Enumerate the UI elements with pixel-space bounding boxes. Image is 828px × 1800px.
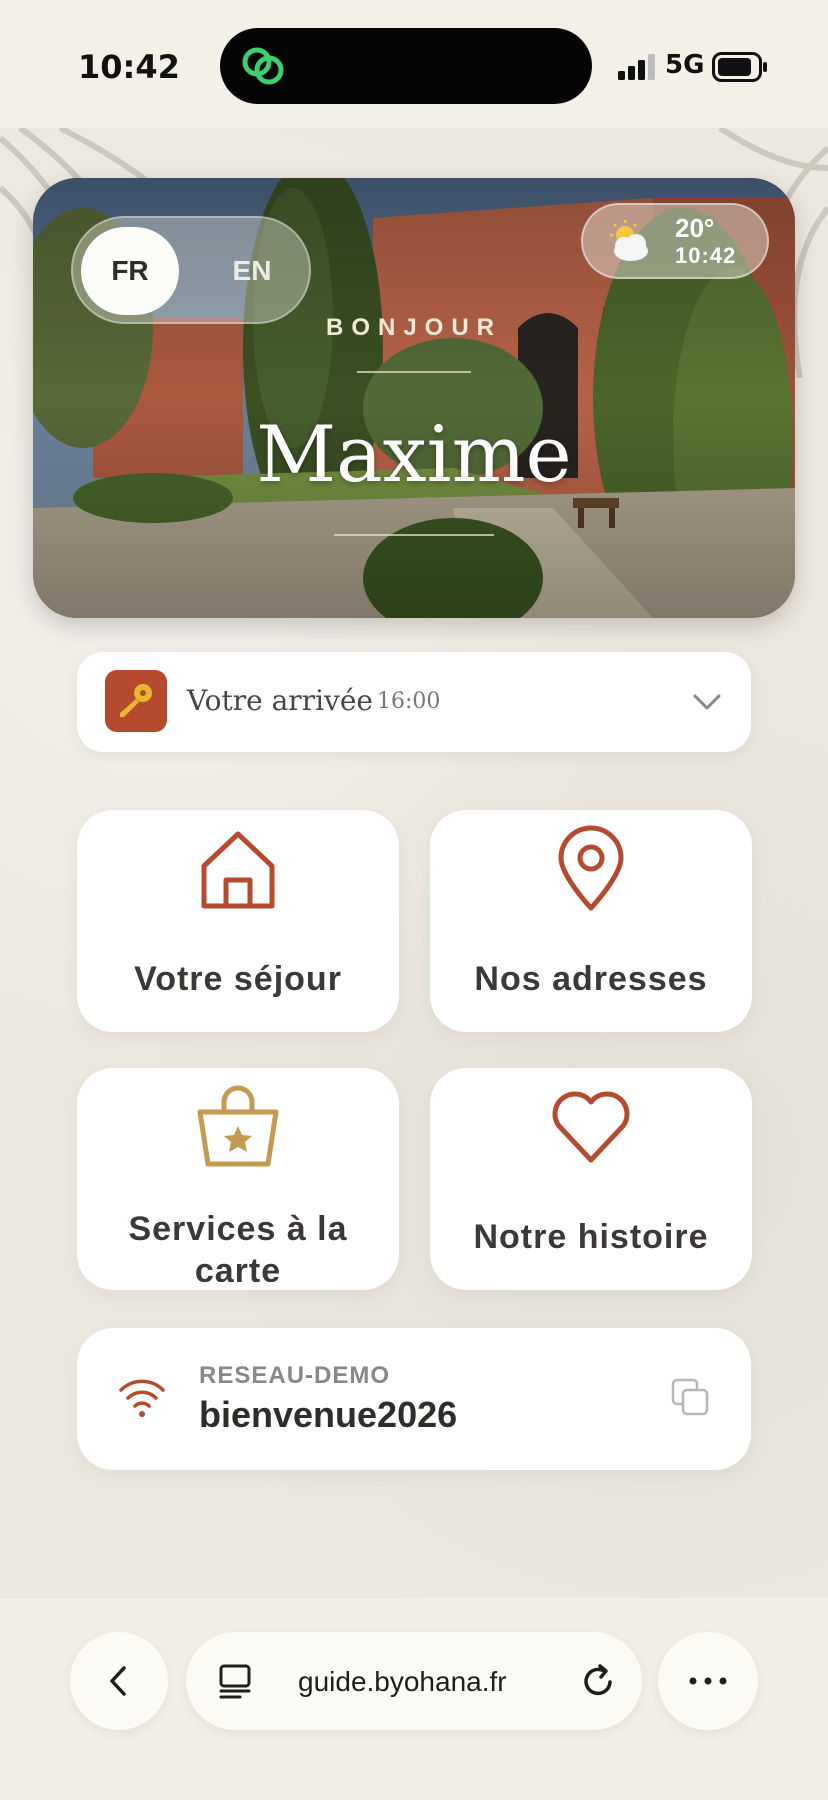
ellipsis-icon <box>689 1677 727 1685</box>
weather-time: 10:42 <box>675 243 737 268</box>
arrival-card[interactable]: Votre arrivée 16:00 <box>77 652 751 752</box>
wifi-network-name: RESEAU-DEMO <box>199 1362 391 1389</box>
browser-toolbar: guide.byohana.fr <box>0 1598 828 1800</box>
tile-label-line1: Services à la <box>128 1210 348 1248</box>
tile-label-line2: carte <box>194 1252 282 1282</box>
tile-votre-sejour[interactable]: Votre séjour <box>77 810 399 1032</box>
arrival-label: Votre arrivée <box>187 684 373 717</box>
partly-cloudy-icon <box>610 220 648 261</box>
network-type: 5G <box>665 50 705 80</box>
guest-name: Maxime <box>256 410 572 500</box>
home-icon <box>201 831 275 909</box>
wifi-icon <box>119 1379 165 1417</box>
tile-label: Notre histoire <box>473 1218 709 1256</box>
signal-icon <box>618 54 655 80</box>
tile-notre-histoire[interactable]: Notre histoire <box>430 1068 752 1290</box>
language-toggle[interactable]: FR EN <box>71 216 311 324</box>
tile-label: Nos adresses <box>474 960 708 998</box>
map-pin-icon <box>558 825 624 911</box>
key-badge <box>105 670 167 732</box>
chevron-left-icon <box>110 1666 126 1696</box>
address-bar[interactable]: guide.byohana.fr <box>186 1632 642 1730</box>
link-app-icon <box>242 47 284 85</box>
wifi-password: bienvenue2026 <box>199 1394 458 1435</box>
greeting: BONJOUR <box>325 314 502 341</box>
back-button[interactable] <box>70 1632 168 1730</box>
divider <box>357 371 471 373</box>
tile-nos-adresses[interactable]: Nos adresses <box>430 810 752 1032</box>
tile-services-a-la-carte[interactable]: Services à la carte <box>77 1068 399 1290</box>
dynamic-island <box>220 28 592 104</box>
hero-banner: FR EN 20° 10:42 BONJOUR Maxime <box>33 178 795 618</box>
lang-fr-option[interactable]: FR <box>81 227 179 315</box>
weather-temperature: 20° <box>675 213 715 243</box>
wifi-card[interactable]: RESEAU-DEMO bienvenue2026 <box>77 1328 751 1470</box>
heart-icon <box>552 1091 630 1163</box>
more-button[interactable] <box>658 1632 758 1730</box>
battery-icon <box>712 52 767 82</box>
lang-en-option[interactable]: EN <box>203 227 301 315</box>
arrival-time: 16:00 <box>377 689 441 714</box>
weather-widget: 20° 10:42 <box>581 203 769 279</box>
reader-mode-icon[interactable] <box>216 1662 254 1700</box>
status-time: 10:42 <box>78 48 180 86</box>
chevron-down-icon[interactable] <box>691 686 723 718</box>
tile-label: Votre séjour <box>134 960 342 998</box>
reload-icon[interactable] <box>580 1662 618 1700</box>
key-icon <box>120 684 152 717</box>
url-text[interactable]: guide.byohana.fr <box>298 1666 507 1698</box>
divider <box>334 534 494 536</box>
status-bar: 10:42 5G <box>0 0 828 128</box>
shopping-bag-star-icon <box>197 1085 279 1167</box>
copy-icon[interactable] <box>669 1376 711 1418</box>
